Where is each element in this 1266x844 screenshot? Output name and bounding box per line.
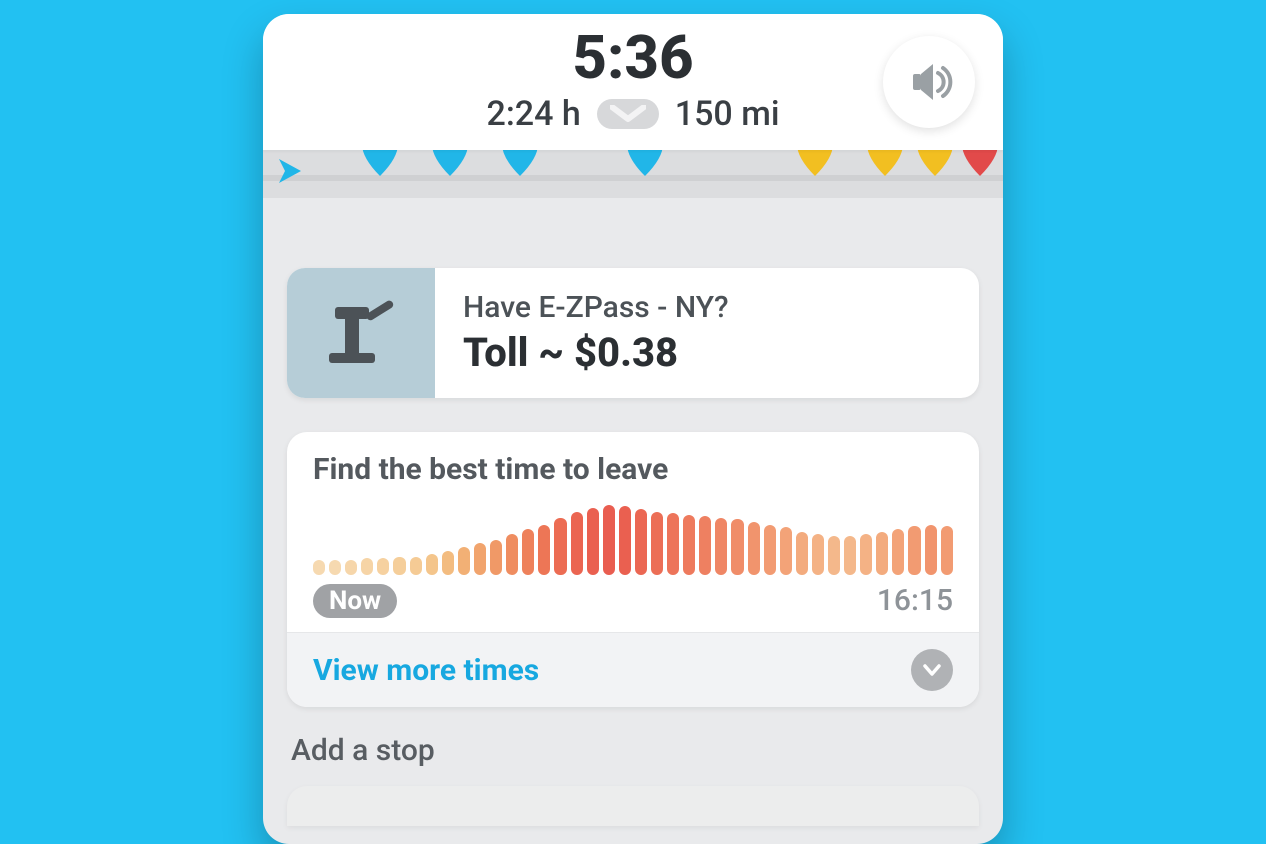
- forecast-bar: [506, 534, 518, 575]
- route-traffic-strip[interactable]: [263, 150, 1003, 198]
- trip-duration: 2:24 h: [487, 94, 581, 134]
- forecast-bar: [538, 525, 550, 575]
- view-more-label: View more times: [313, 653, 539, 688]
- toll-card[interactable]: Have E-ZPass - NY? Toll ~ $0.38: [287, 268, 979, 398]
- forecast-bar: [587, 508, 599, 575]
- current-position-icon: [275, 156, 305, 190]
- toll-estimate: Toll ~ $0.38: [463, 329, 951, 376]
- sound-button[interactable]: [883, 36, 975, 128]
- trip-summary-row: 2:24 h 150 mi: [287, 94, 979, 134]
- traffic-forecast-chart: [313, 505, 953, 575]
- forecast-bar: [619, 506, 631, 575]
- forecast-bar: [731, 519, 743, 575]
- route-summary-panel: 5:36 2:24 h 150 mi: [263, 14, 1003, 844]
- forecast-bar: [860, 534, 872, 575]
- add-stop-card-peek[interactable]: [287, 786, 979, 826]
- best-time-card: Find the best time to leave Now 16:15 Vi…: [287, 432, 979, 707]
- forecast-bar: [715, 518, 727, 575]
- forecast-bar: [442, 551, 454, 575]
- forecast-bar: [796, 532, 808, 575]
- forecast-bar: [426, 554, 438, 575]
- forecast-bar: [812, 534, 824, 575]
- forecast-bar: [844, 536, 856, 575]
- view-more-times-button[interactable]: View more times: [287, 632, 979, 707]
- eta-header: 5:36 2:24 h 150 mi: [263, 14, 1003, 150]
- trip-distance: 150 mi: [675, 94, 780, 134]
- forecast-bar: [651, 512, 663, 575]
- add-a-stop-heading: Add a stop: [287, 733, 979, 768]
- best-time-title: Find the best time to leave: [313, 452, 953, 487]
- eta-time: 5:36: [287, 28, 979, 88]
- forecast-bar: [345, 560, 357, 575]
- forecast-bar: [764, 525, 776, 575]
- forecast-bar: [699, 516, 711, 575]
- forecast-bar: [828, 536, 840, 575]
- forecast-bar: [683, 515, 695, 575]
- forecast-bar: [458, 547, 470, 575]
- toll-question: Have E-ZPass - NY?: [463, 290, 951, 325]
- forecast-bar: [925, 525, 937, 575]
- forecast-bar: [474, 543, 486, 575]
- toll-text: Have E-ZPass - NY? Toll ~ $0.38: [435, 268, 979, 398]
- forecast-bar: [603, 505, 615, 575]
- forecast-bar: [554, 518, 566, 575]
- forecast-bar: [667, 513, 679, 575]
- forecast-bar: [876, 532, 888, 575]
- forecast-bar: [941, 526, 953, 575]
- forecast-bar: [329, 560, 341, 575]
- collapse-handle-icon[interactable]: [597, 99, 659, 129]
- forecast-bar: [393, 557, 405, 575]
- forecast-bar: [908, 526, 920, 575]
- forecast-bar: [490, 540, 502, 575]
- forecast-bar: [571, 512, 583, 575]
- forecast-bar: [410, 557, 422, 575]
- body-area: Have E-ZPass - NY? Toll ~ $0.38 Find the…: [263, 268, 1003, 844]
- forecast-bar: [780, 527, 792, 575]
- speaker-icon: [905, 58, 953, 106]
- forecast-bar: [635, 509, 647, 575]
- forecast-bar: [748, 522, 760, 575]
- forecast-bar: [892, 529, 904, 575]
- toll-booth-icon: [287, 268, 435, 398]
- forecast-bar: [313, 560, 325, 575]
- forecast-bar: [522, 529, 534, 575]
- forecast-bar: [361, 558, 373, 575]
- forecast-bar: [377, 558, 389, 575]
- chevron-down-icon: [911, 649, 953, 691]
- forecast-end-time: 16:15: [877, 583, 953, 618]
- now-pill: Now: [313, 584, 397, 618]
